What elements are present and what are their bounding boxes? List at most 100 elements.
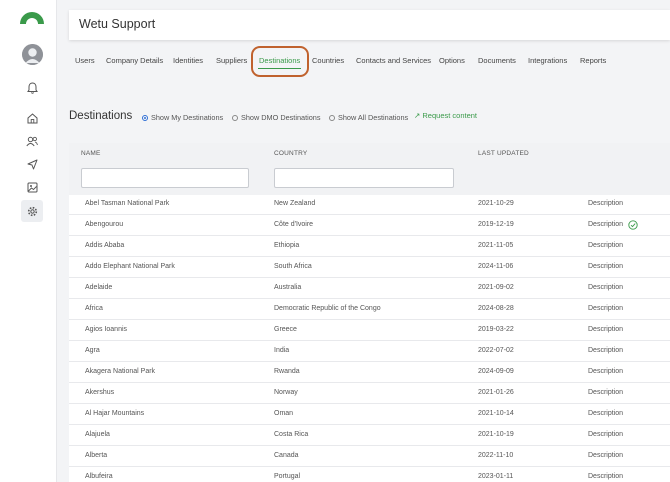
gear-icon[interactable] <box>21 200 43 222</box>
tab-integrations[interactable]: Integrations <box>528 56 567 65</box>
filter-my-destinations[interactable]: Show My Destinations <box>142 113 223 122</box>
destination-country: Greece <box>274 326 297 333</box>
table-row[interactable]: Agios Ioannis Greece 2019-03-22 Description <box>69 320 670 341</box>
description-link[interactable]: Description <box>588 389 623 396</box>
filter-dmo-destinations[interactable]: Show DMO Destinations <box>232 113 321 122</box>
last-updated: 2021-09-02 <box>478 284 514 291</box>
table-row[interactable]: Addis Ababa Ethiopia 2021-11-05 Description <box>69 236 670 257</box>
destination-country: South Africa <box>274 263 312 270</box>
filter-label: Show All Destinations <box>338 113 409 122</box>
last-updated: 2024-09-09 <box>478 368 514 375</box>
destination-country: Norway <box>274 389 298 396</box>
description-link[interactable]: Description <box>588 410 623 417</box>
tab-identities[interactable]: Identities <box>173 56 203 65</box>
home-icon[interactable] <box>23 109 41 127</box>
users-icon[interactable] <box>23 132 41 150</box>
description-link[interactable]: Description <box>588 452 623 459</box>
last-updated: 2022-11-10 <box>478 452 514 459</box>
last-updated: 2022-07-02 <box>478 347 514 354</box>
destination-name: Africa <box>85 305 103 312</box>
last-updated: 2024-11-06 <box>478 263 514 270</box>
table-row[interactable]: Addo Elephant National Park South Africa 2… <box>69 257 670 278</box>
arrow-up-right-icon: ↗ <box>414 111 421 120</box>
tab-suppliers[interactable]: Suppliers <box>216 56 247 65</box>
table-row[interactable]: Abel Tasman National Park New Zealand 2021… <box>69 194 670 215</box>
table-row[interactable]: Akagera National Park Rwanda 2024-09-09 Des… <box>69 362 670 383</box>
tab-countries[interactable]: Countries <box>312 56 344 65</box>
tab-documents[interactable]: Documents <box>478 56 516 65</box>
radio-icon <box>329 114 335 121</box>
table-row[interactable]: Agra India 2022-07-02 Description <box>69 341 670 362</box>
country-filter-input[interactable] <box>274 168 454 188</box>
table-row[interactable]: Albufeira Portugal 2023-01-11 Description <box>69 467 670 482</box>
name-filter-input[interactable] <box>81 168 249 188</box>
destination-name: Addo Elephant National Park <box>85 263 175 270</box>
radio-selected-icon <box>142 114 148 121</box>
destination-name: Akershus <box>85 389 115 396</box>
description-link[interactable]: Description <box>588 431 623 438</box>
destination-name: Agra <box>85 347 100 354</box>
filter-all-destinations[interactable]: Show All Destinations <box>329 113 408 122</box>
last-updated: 2019-03-22 <box>478 326 514 333</box>
destination-country: Canada <box>274 452 299 459</box>
table-row[interactable]: Akershus Norway 2021-01-26 Description <box>69 383 670 404</box>
destination-country: Democratic Republic of the Congo <box>274 305 381 312</box>
destination-country: Costa Rica <box>274 431 309 438</box>
radio-icon <box>232 114 238 121</box>
description-link[interactable]: Description <box>588 368 623 375</box>
page-title: Destinations <box>69 110 133 122</box>
image-icon[interactable] <box>23 178 41 196</box>
bell-icon[interactable] <box>23 79 41 97</box>
destination-country: Oman <box>274 410 294 417</box>
tab-contacts-and-services[interactable]: Contacts and Services <box>356 56 431 65</box>
tab-company-details[interactable]: Company Details <box>106 56 163 65</box>
request-content-link[interactable]: ↗ Request content <box>414 111 477 120</box>
last-updated: 2019-12-19 <box>478 221 514 228</box>
last-updated: 2021-10-29 <box>478 200 514 207</box>
description-link[interactable]: Description <box>588 221 623 228</box>
table-row[interactable]: Abengourou Côte d'Ivoire 2019-12-19 Descrip… <box>69 215 670 236</box>
destination-name: Agios Ioannis <box>85 326 128 333</box>
description-link[interactable]: Description <box>588 305 623 312</box>
left-rail <box>0 0 57 482</box>
send-icon[interactable] <box>23 155 41 173</box>
tab-bar: Users Company Details Identities Supplie… <box>69 52 670 72</box>
tab-options[interactable]: Options <box>439 56 465 65</box>
filter-label: Show DMO Destinations <box>241 113 321 122</box>
table-row[interactable]: Alajuela Costa Rica 2021-10-19 Description <box>69 425 670 446</box>
app-title: Wetu Support <box>79 17 156 31</box>
tab-reports[interactable]: Reports <box>580 56 606 65</box>
tab-users[interactable]: Users <box>75 56 95 65</box>
description-link[interactable]: Description <box>588 326 623 333</box>
table-row[interactable]: Adelaide Australia 2021-09-02 Description <box>69 278 670 299</box>
destination-country: Portugal <box>274 473 301 480</box>
destination-name: Adelaide <box>85 284 113 291</box>
description-link[interactable]: Description <box>588 473 623 480</box>
column-header-last-updated[interactable]: LAST UPDATED <box>478 150 529 157</box>
description-link[interactable]: Description <box>588 242 623 249</box>
last-updated: 2021-01-26 <box>478 389 514 396</box>
column-header-country[interactable]: COUNTRY <box>274 150 307 157</box>
destination-name: Albufeira <box>85 473 113 480</box>
destination-name: Akagera National Park <box>85 368 156 375</box>
description-link[interactable]: Description <box>588 263 623 270</box>
last-updated: 2021-10-14 <box>478 410 514 417</box>
highlight-ring <box>251 46 309 77</box>
description-link[interactable]: Description <box>588 284 623 291</box>
logo-arc-icon[interactable] <box>19 11 45 24</box>
destination-country: Côte d'Ivoire <box>274 221 314 228</box>
description-link[interactable]: Description <box>588 347 623 354</box>
avatar[interactable] <box>22 44 43 65</box>
destination-country: India <box>274 347 290 354</box>
table-row[interactable]: Alberta Canada 2022-11-10 Description <box>69 446 670 467</box>
description-link[interactable]: Description <box>588 200 623 207</box>
destination-name: Abel Tasman National Park <box>85 200 170 207</box>
filter-label: Show My Destinations <box>151 113 224 122</box>
last-updated: 2023-01-11 <box>478 473 514 480</box>
destination-country: Rwanda <box>274 368 300 375</box>
destination-country: Ethiopia <box>274 242 300 249</box>
table-row[interactable]: Africa Democratic Republic of the Congo 20… <box>69 299 670 320</box>
destination-name: Al Hajar Mountains <box>85 410 145 417</box>
table-row[interactable]: Al Hajar Mountains Oman 2021-10-14 Descript… <box>69 404 670 425</box>
column-header-name[interactable]: NAME <box>81 150 101 157</box>
